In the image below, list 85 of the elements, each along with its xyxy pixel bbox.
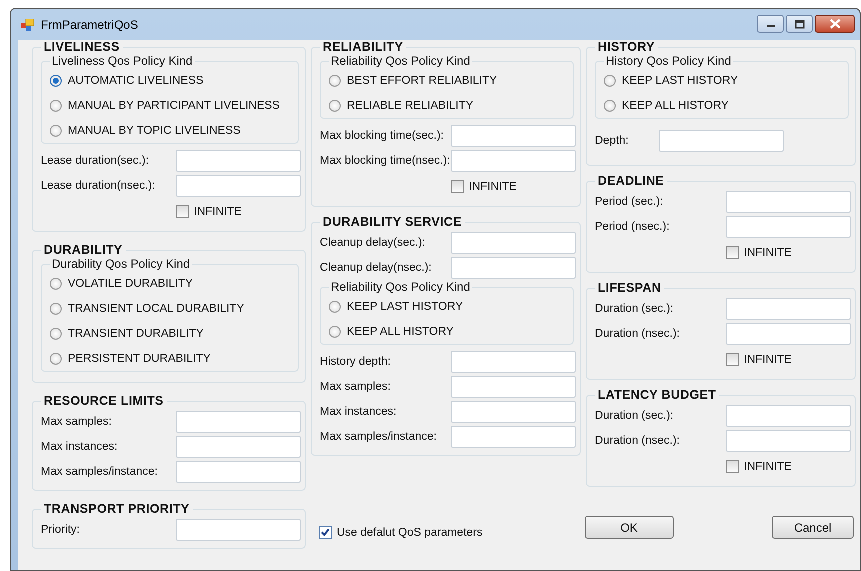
input-field[interactable] (451, 400, 576, 422)
checkbox[interactable]: INFINITE (726, 460, 851, 473)
group-title: LIVELINESS (43, 40, 121, 54)
group-title: DEADLINE (597, 174, 666, 188)
field-label: Duration (nsec.): (595, 434, 680, 446)
radio-button[interactable]: PERSISTENT DURABILITY (50, 346, 294, 371)
group-title: Reliability Qos Policy Kind (330, 280, 472, 294)
input-field[interactable] (726, 190, 851, 212)
field-label: Duration (sec.): (595, 410, 674, 422)
field-label: Max instances: (41, 440, 118, 452)
radio-button[interactable]: RELIABLE RELIABILITY (329, 93, 569, 118)
group-title: RESOURCE LIMITS (43, 394, 165, 408)
radio-button[interactable]: TRANSIENT DURABILITY (50, 321, 294, 346)
close-icon (830, 19, 840, 29)
input-field[interactable] (176, 460, 301, 482)
input-field[interactable] (451, 376, 576, 398)
radio-button[interactable]: KEEP LAST HISTORY (604, 68, 844, 93)
radio-button[interactable]: AUTOMATIC LIVELINESS (50, 68, 294, 93)
input-field[interactable] (451, 426, 576, 448)
group-title: DURABILITY SERVICE (322, 215, 463, 229)
input-field[interactable] (451, 124, 576, 146)
radio-button[interactable]: KEEP ALL HISTORY (604, 93, 844, 118)
input-field[interactable] (726, 322, 851, 344)
checkbox[interactable]: INFINITE (176, 205, 301, 218)
radio-button[interactable]: VOLATILE DURABILITY (50, 271, 294, 296)
input-field[interactable] (451, 350, 576, 372)
group-title: Reliability Qos Policy Kind (330, 54, 472, 68)
input-field[interactable] (176, 174, 301, 196)
input-field[interactable] (451, 232, 576, 254)
input-field[interactable] (176, 150, 301, 172)
group-title: Liveliness Qos Policy Kind (51, 54, 194, 68)
checkbox[interactable]: INFINITE (726, 246, 851, 259)
radio-button[interactable]: KEEP ALL HISTORY (329, 319, 569, 344)
field-label: Max samples/instance: (320, 430, 437, 442)
field-label: Lease duration(sec.): (41, 154, 150, 166)
field-label: Cleanup delay(sec.): (320, 236, 426, 248)
group-title: LIFESPAN (597, 281, 662, 295)
input-field[interactable] (726, 298, 851, 320)
input-field[interactable] (176, 518, 301, 540)
group-title: History Qos Policy Kind (605, 54, 732, 68)
field-label: Duration (sec.): (595, 302, 674, 314)
field-label: Max samples: (320, 380, 391, 392)
radio-button[interactable]: MANUAL BY PARTICIPANT LIVELINESS (50, 93, 294, 118)
field-label: Max samples/instance: (41, 466, 158, 478)
field-label: Max instances: (320, 406, 397, 418)
field-label: Duration (nsec.): (595, 328, 680, 340)
group-title: LATENCY BUDGET (597, 388, 718, 402)
checkbox[interactable]: Use defalut QoS parameters (319, 526, 483, 539)
field-label: Max blocking time(sec.): (320, 130, 444, 142)
minimize-button[interactable] (757, 15, 784, 33)
field-label: Period (sec.): (595, 196, 664, 208)
field-label: Max samples: (41, 416, 112, 428)
input-field[interactable] (726, 404, 851, 426)
field-label: Depth: (595, 135, 629, 147)
input-field[interactable] (726, 216, 851, 238)
input-field[interactable] (726, 430, 851, 452)
group-title: Durability Qos Policy Kind (51, 257, 192, 271)
radio-button[interactable]: TRANSIENT LOCAL DURABILITY (50, 296, 294, 321)
field-label: Max blocking time(nsec.): (320, 154, 450, 166)
input-field[interactable] (451, 150, 576, 172)
input-field[interactable] (176, 410, 301, 432)
ok-button[interactable]: OK (584, 516, 674, 539)
group-title: RELIABILITY (322, 40, 404, 54)
cancel-button[interactable]: Cancel (772, 516, 854, 539)
checkbox[interactable]: INFINITE (451, 180, 576, 193)
input-field[interactable] (658, 130, 784, 152)
field-label: History depth: (320, 356, 391, 368)
group-title: HISTORY (597, 40, 656, 54)
maximize-icon (794, 20, 804, 28)
group-title: TRANSPORT PRIORITY (43, 502, 191, 516)
maximize-button[interactable] (786, 15, 813, 33)
group-title: DURABILITY (43, 243, 124, 257)
close-button[interactable] (815, 15, 855, 33)
field-label: Priority: (41, 524, 80, 536)
radio-button[interactable]: KEEP LAST HISTORY (329, 294, 569, 319)
window-title: FrmParametriQoS (41, 18, 138, 32)
input-field[interactable] (451, 256, 576, 278)
field-label: Cleanup delay(nsec.): (320, 262, 432, 274)
app-icon (21, 18, 35, 30)
radio-button[interactable]: BEST EFFORT RELIABILITY (329, 68, 569, 93)
checkbox[interactable]: INFINITE (726, 353, 851, 366)
field-label: Lease duration(nsec.): (41, 180, 156, 192)
field-label: Period (nsec.): (595, 220, 670, 232)
input-field[interactable] (176, 436, 301, 458)
radio-button[interactable]: MANUAL BY TOPIC LIVELINESS (50, 118, 294, 143)
